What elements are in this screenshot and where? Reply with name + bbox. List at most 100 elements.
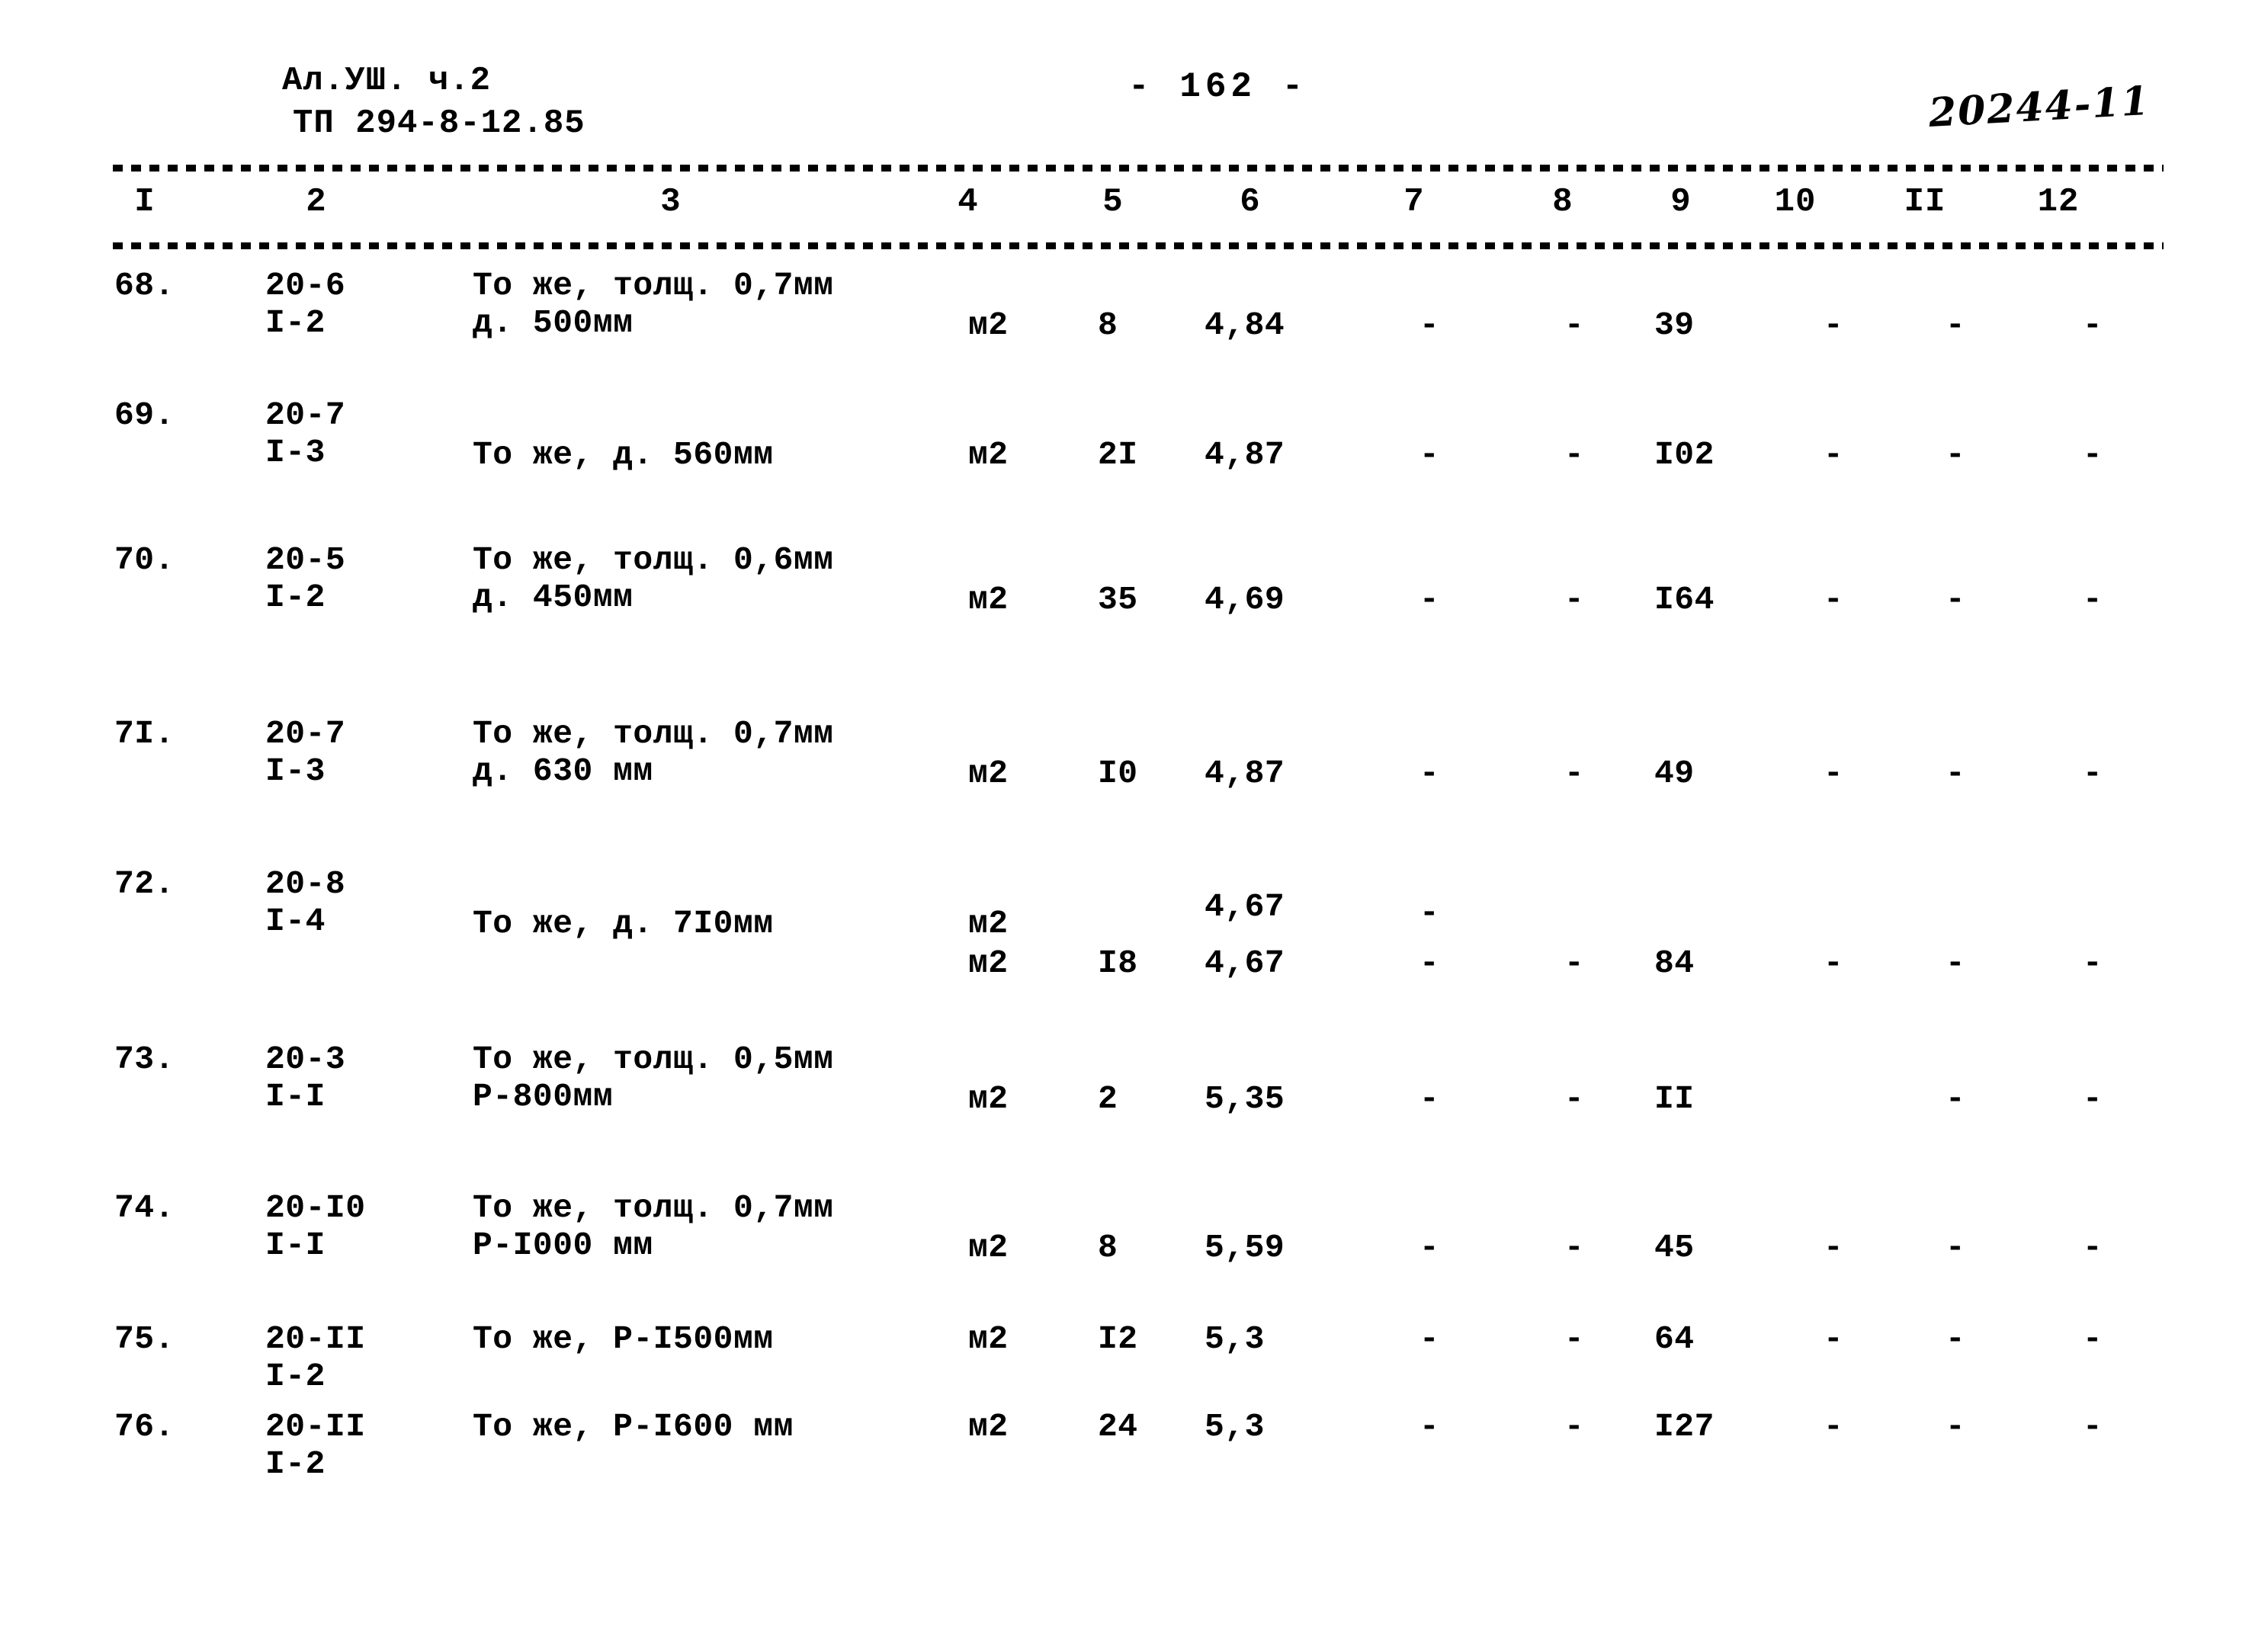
row-number: 72. [114, 865, 175, 903]
row-col11: - [1945, 1408, 1966, 1445]
column-header-8: 8 [1552, 183, 1573, 221]
column-header-3: 3 [660, 183, 682, 221]
row-col8: - [1564, 1080, 1585, 1118]
row-col11: - [1945, 306, 1966, 344]
row-col9: II [1654, 1080, 1695, 1118]
row-description-line1: То же, толщ. 0,7мм [473, 715, 834, 752]
row-col8: - [1564, 944, 1585, 982]
row-col9: I02 [1654, 436, 1715, 473]
row-code: 20-II I-2 [265, 1408, 441, 1483]
document-identifier: Ал.УШ. ч.2 ТП 294-8-12.85 [282, 59, 585, 145]
column-header-12: 12 [2037, 183, 2080, 221]
column-header-10: 10 [1774, 183, 1817, 221]
row-rate: 4,67 [1205, 888, 1285, 925]
row-unit: м2 [968, 306, 1009, 344]
row-description-line1: То же, Р-I600 мм [473, 1408, 794, 1445]
row-number: 74. [114, 1189, 175, 1227]
row-qty: 8 [1098, 1229, 1118, 1266]
row-col12: - [2082, 1229, 2103, 1266]
row-qty: 2I [1098, 436, 1138, 473]
row-description-line2: Р-800мм [473, 1078, 614, 1115]
row-col8: - [1564, 1408, 1585, 1445]
row-col12: - [2082, 1320, 2103, 1358]
row-code-line2: I-2 [265, 304, 326, 342]
row-description-line2: То же, д. 560мм [473, 436, 774, 473]
row-unit: м2 [968, 905, 1009, 942]
row-code-line2: I-I [265, 1078, 326, 1115]
row-description-line1: То же, толщ. 0,6мм [473, 541, 834, 579]
row-description: То же, д. 7I0мм [473, 905, 991, 942]
row-rate: 5,59 [1205, 1229, 1285, 1266]
row-description: То же, толщ. 0,6мм д. 450мм [473, 541, 991, 616]
row-code: 20-7 I-3 [265, 396, 441, 471]
row-col11: - [1945, 944, 1966, 982]
row-code-line1: 20-8 [265, 865, 346, 903]
row-col7: - [1419, 581, 1440, 618]
row-col9: 39 [1654, 306, 1695, 344]
row-unit-secondary: м2 [968, 944, 1009, 982]
row-unit: м2 [968, 755, 1009, 792]
row-code-line1: 20-II [265, 1320, 366, 1358]
row-description: То же, толщ. 0,5мм Р-800мм [473, 1041, 991, 1115]
row-col12: - [2082, 1080, 2103, 1118]
column-header-7: 7 [1403, 183, 1425, 221]
row-col10: - [1823, 436, 1844, 473]
row-description: То же, Р-I500мм [473, 1320, 991, 1358]
row-col8: - [1564, 755, 1585, 792]
row-code-line1: 20-6 [265, 267, 346, 304]
document-code: ТП 294-8-12.85 [293, 104, 585, 143]
table-row: 69. 20-7 I-3 То же, д. 560мм м2 2I 4,87 - - I02 - -… [0, 389, 2268, 534]
row-col7: - [1419, 755, 1440, 792]
row-code-line2: I-3 [265, 752, 326, 790]
row-number: 69. [114, 396, 175, 434]
row-code: 20-8 I-4 [265, 865, 441, 940]
row-rate: 4,87 [1205, 755, 1285, 792]
row-qty-secondary: I8 [1098, 944, 1138, 982]
row-col7: - [1419, 1408, 1440, 1445]
row-col7: - [1419, 1229, 1440, 1266]
table-row: 73. 20-3 I-I То же, толщ. 0,5мм Р-800мм м2 2 5,… [0, 1033, 2268, 1182]
row-rate: 5,3 [1205, 1320, 1265, 1358]
row-col11: - [1945, 1320, 1966, 1358]
row-col7: - [1419, 306, 1440, 344]
row-col10: - [1823, 581, 1844, 618]
row-code-line2: I-I [265, 1227, 326, 1264]
row-unit: м2 [968, 1080, 1009, 1118]
table-rule-bottom [113, 242, 2164, 249]
row-col9: 45 [1654, 1229, 1695, 1266]
row-col7-secondary: - [1419, 944, 1440, 982]
row-col10: - [1823, 1320, 1844, 1358]
row-description: То же, толщ. 0,7мм д. 500мм [473, 267, 991, 342]
row-code: 20-7 I-3 [265, 715, 441, 790]
row-qty: 2 [1098, 1080, 1118, 1118]
row-code-line1: 20-7 [265, 396, 346, 434]
row-rate: 4,84 [1205, 306, 1285, 344]
page-number: - 162 - [1128, 67, 1308, 107]
row-col8: - [1564, 306, 1585, 344]
row-col7: - [1419, 1080, 1440, 1118]
row-description: То же, толщ. 0,7мм Р-I000 мм [473, 1189, 991, 1264]
row-code-line1: 20-5 [265, 541, 346, 579]
row-col11: - [1945, 581, 1966, 618]
row-number: 73. [114, 1041, 175, 1078]
row-description-line2: д. 450мм [473, 579, 634, 616]
row-qty: I2 [1098, 1320, 1138, 1358]
row-qty: 35 [1098, 581, 1138, 618]
row-col11: - [1945, 1229, 1966, 1266]
row-col10: - [1823, 1229, 1844, 1266]
row-col8: - [1564, 1229, 1585, 1266]
row-col8: - [1564, 436, 1585, 473]
row-col10: - [1823, 306, 1844, 344]
row-code-line2: I-2 [265, 1358, 326, 1395]
row-number: 68. [114, 267, 175, 304]
row-code: 20-II I-2 [265, 1320, 441, 1395]
row-description-line2: д. 630 мм [473, 752, 653, 790]
row-rate: 4,69 [1205, 581, 1285, 618]
table-row: 74. 20-I0 I-I То же, толщ. 0,7мм Р-I000 мм м2… [0, 1182, 2268, 1319]
row-qty: 8 [1098, 306, 1118, 344]
row-col10: - [1823, 944, 1844, 982]
document-page: Ал.УШ. ч.2 ТП 294-8-12.85 - 162 - 20244-… [0, 0, 2268, 1629]
row-description-line2: д. 500мм [473, 304, 634, 342]
row-code-line2: I-2 [265, 1445, 326, 1483]
row-col12: - [2082, 944, 2103, 982]
